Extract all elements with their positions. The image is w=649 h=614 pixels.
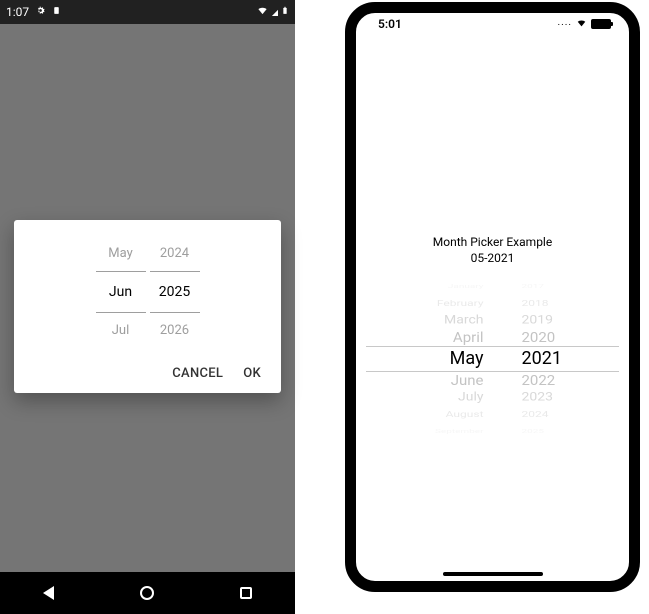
year-option[interactable]: 2022 [522,373,572,389]
year-option[interactable]: 2024 [522,409,572,421]
year-option[interactable]: 2020 [522,330,572,346]
month-spinner[interactable]: May Jun Jul [96,236,146,348]
signal-icon: ◢ [272,8,278,17]
android-device: 1:07 ◢ May Jun Jul [0,0,295,614]
battery-icon [281,4,289,20]
year-spinner[interactable]: 2024 2025 2026 [150,236,200,348]
ios-screen: Month Picker Example 05-2021 January 2017… [356,35,629,438]
home-indicator[interactable] [443,572,543,576]
year-prev[interactable]: 2024 [150,236,200,271]
wifi-icon [575,17,588,31]
year-option[interactable]: 2019 [522,313,572,327]
year-option[interactable]: 2025 [522,427,572,436]
ios-clock: 5:01 [378,17,402,31]
month-option[interactable]: August [414,409,484,421]
month-option[interactable]: February [414,298,484,310]
recents-button[interactable] [240,587,252,599]
android-statusbar: 1:07 ◢ [0,0,295,24]
android-navbar [0,572,295,614]
card-icon [52,5,61,19]
month-option[interactable]: April [414,330,484,346]
year-option[interactable]: 2017 [522,282,572,291]
year-option[interactable]: 2018 [522,298,572,310]
ios-device: 5:01 Month Picker Example 05-2021 Januar… [345,2,640,592]
month-prev[interactable]: May [96,236,146,271]
cellular-icon [558,17,572,31]
cancel-button[interactable]: CANCEL [172,366,223,381]
back-button[interactable] [43,586,54,600]
home-button[interactable] [140,586,154,600]
page-title: Month Picker Example 05-2021 [356,235,629,266]
ios-statusbar: 5:01 [356,13,629,35]
month-selected[interactable]: May [414,347,484,371]
month-next[interactable]: Jul [96,313,146,348]
month-selected[interactable]: Jun [96,271,146,313]
battery-icon [591,19,611,29]
month-option[interactable]: January [414,282,484,291]
year-selected[interactable]: 2025 [150,271,200,313]
ios-month-picker[interactable]: January 2017 February 2018 March 2019 April… [356,278,629,438]
year-selected[interactable]: 2021 [522,347,572,371]
month-option[interactable]: March [414,313,484,327]
month-option[interactable]: September [414,427,484,436]
month-picker-dialog: May Jun Jul 2024 2025 2026 CANCEL OK [14,220,281,393]
year-option[interactable]: 2023 [522,390,572,404]
gear-icon [35,5,46,19]
android-clock: 1:07 [6,5,29,19]
month-option[interactable]: July [414,390,484,404]
month-option[interactable]: June [414,373,484,389]
year-next[interactable]: 2026 [150,313,200,348]
wifi-icon [256,5,269,19]
ok-button[interactable]: OK [243,366,261,381]
android-screen: May Jun Jul 2024 2025 2026 CANCEL OK [0,24,295,572]
